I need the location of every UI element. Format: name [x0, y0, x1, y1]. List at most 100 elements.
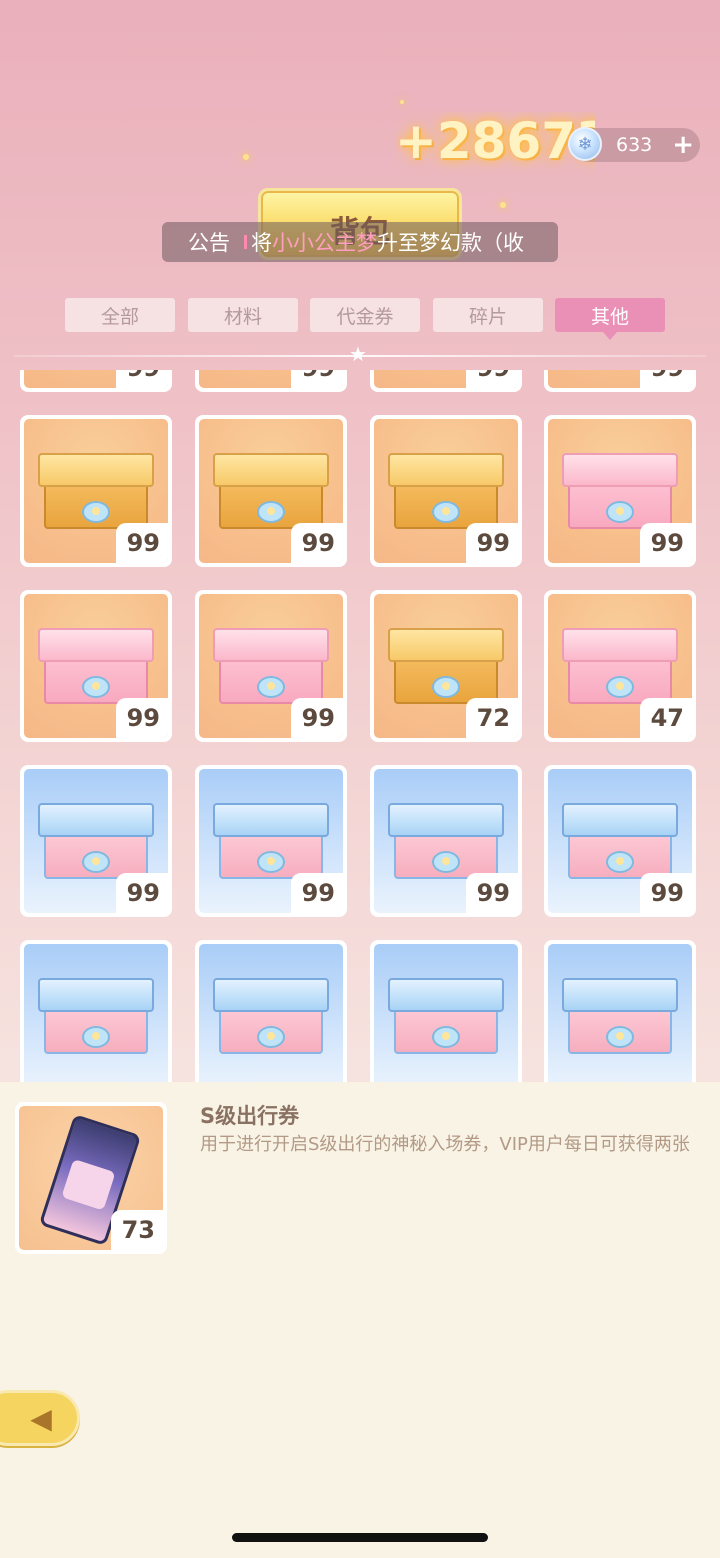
ribbon-bow-icon	[432, 501, 460, 523]
gift-box-lid	[562, 453, 678, 487]
gift-box-pink-icon: 47	[548, 594, 692, 738]
gift-box-blue-icon: 99	[24, 769, 168, 913]
gift-box-blue-icon	[374, 944, 518, 1082]
gift-box-lid	[38, 453, 154, 487]
gift-box-gold-icon: 99	[199, 370, 343, 388]
item-cell[interactable]: 99	[370, 765, 522, 917]
gift-box-lid	[213, 628, 329, 662]
gift-box-gold-icon: 72	[374, 594, 518, 738]
item-count: 99	[640, 370, 692, 388]
item-count: 99	[640, 873, 692, 913]
item-cell[interactable]: 99	[20, 765, 172, 917]
gift-box-lid	[38, 978, 154, 1012]
tab-all[interactable]: 全部	[65, 298, 175, 332]
home-indicator[interactable]	[232, 1533, 488, 1542]
item-cell[interactable]: 47	[544, 590, 696, 742]
top-area: +28673 ❄ 633 + 背包 公告 将 小小公主梦 升至梦幻款（收 全部 …	[0, 0, 720, 1082]
gift-box-gold-icon: 99	[548, 370, 692, 388]
notice-highlight: 小小公主梦	[272, 231, 377, 255]
tab-other[interactable]: 其他	[555, 298, 665, 340]
ribbon-bow-icon	[82, 501, 110, 523]
notice-text-before: 将	[251, 231, 272, 255]
item-count: 99	[466, 370, 518, 388]
detail-item-description: 用于进行开启S级出行的神秘入场券，VIP用户每日可获得两张	[200, 1134, 690, 1155]
item-cell[interactable]	[370, 940, 522, 1082]
tab-fragments[interactable]: 碎片	[433, 298, 543, 332]
sparkle	[500, 202, 506, 208]
gift-box-gold-icon: 99	[374, 419, 518, 563]
item-count: 99	[116, 873, 168, 913]
gift-box-blue-icon	[24, 944, 168, 1082]
points-gain: +28673	[395, 112, 595, 170]
item-cell[interactable]: 99	[20, 370, 172, 392]
gift-box-lid	[38, 628, 154, 662]
item-count: 99	[291, 370, 343, 388]
detail-item-count: 73	[111, 1210, 163, 1250]
item-count: 99	[116, 370, 168, 388]
item-count: 99	[291, 698, 343, 738]
ribbon-bow-icon	[82, 1026, 110, 1048]
star-icon: ★	[349, 342, 367, 366]
item-count: 72	[466, 698, 518, 738]
item-count: 99	[291, 523, 343, 563]
ribbon-bow-icon	[606, 501, 634, 523]
gift-box-lid	[213, 978, 329, 1012]
ticket-emblem	[61, 1158, 116, 1211]
sparkle	[400, 100, 404, 104]
item-grid[interactable]: 99 99 99 99 99 99 99 99 99 99 72 47 99 99 99 99	[0, 370, 720, 1082]
item-count: 99	[640, 523, 692, 563]
item-cell[interactable]: 99	[370, 370, 522, 392]
ribbon-bow-icon	[257, 501, 285, 523]
sparkle	[243, 154, 249, 160]
ribbon-bow-icon	[432, 1026, 460, 1048]
item-cell[interactable]	[195, 940, 347, 1082]
add-gem-button[interactable]: +	[672, 128, 694, 162]
gift-box-pink-icon: 99	[548, 419, 692, 563]
ribbon-bow-icon	[257, 851, 285, 873]
ribbon-bow-icon	[432, 851, 460, 873]
item-cell[interactable]: 99	[544, 415, 696, 567]
ribbon-bow-icon	[257, 676, 285, 698]
item-cell[interactable]	[20, 940, 172, 1082]
gift-box-blue-icon: 99	[374, 769, 518, 913]
back-arrow-icon: ◀	[30, 1401, 52, 1435]
item-cell[interactable]	[544, 940, 696, 1082]
item-cell[interactable]: 99	[370, 415, 522, 567]
item-count: 99	[466, 523, 518, 563]
gift-box-pink-icon: 99	[199, 594, 343, 738]
item-cell[interactable]: 99	[195, 765, 347, 917]
detail-item-card: 73	[15, 1102, 167, 1254]
gift-box-gold-icon: 99	[374, 370, 518, 388]
item-cell[interactable]: 99	[195, 590, 347, 742]
item-cell[interactable]: 99	[20, 590, 172, 742]
gift-box-lid	[213, 453, 329, 487]
item-cell[interactable]: 99	[20, 415, 172, 567]
gift-box-blue-icon: 99	[548, 769, 692, 913]
ribbon-bow-icon	[82, 676, 110, 698]
notice-text-after: 升至梦幻款（收	[377, 231, 524, 255]
snowflake-gem-icon: ❄	[568, 127, 602, 161]
item-count: 99	[291, 873, 343, 913]
ribbon-bow-icon	[432, 676, 460, 698]
gift-box-lid	[562, 978, 678, 1012]
gift-box-pink-icon: 99	[24, 594, 168, 738]
tab-vouchers[interactable]: 代金券	[310, 298, 420, 332]
item-cell[interactable]: 99	[195, 370, 347, 392]
detail-item-name: S级出行券	[200, 1104, 300, 1128]
tab-materials[interactable]: 材料	[188, 298, 298, 332]
gem-counter: ❄ 633 +	[568, 127, 700, 162]
gift-box-blue-icon: 99	[199, 769, 343, 913]
back-button[interactable]: ◀	[0, 1390, 80, 1446]
gift-box-lid	[562, 628, 678, 662]
notice-label: 公告	[188, 231, 230, 255]
item-cell[interactable]: 72	[370, 590, 522, 742]
notice-banner: 公告 将 小小公主梦 升至梦幻款（收	[162, 222, 558, 262]
item-cell[interactable]: 99	[544, 765, 696, 917]
notice-marker	[244, 235, 247, 249]
ribbon-bow-icon	[606, 1026, 634, 1048]
ribbon-bow-icon	[82, 851, 110, 873]
ribbon-bow-icon	[606, 851, 634, 873]
item-cell[interactable]: 99	[544, 370, 696, 392]
gift-box-lid	[388, 628, 504, 662]
item-cell[interactable]: 99	[195, 415, 347, 567]
